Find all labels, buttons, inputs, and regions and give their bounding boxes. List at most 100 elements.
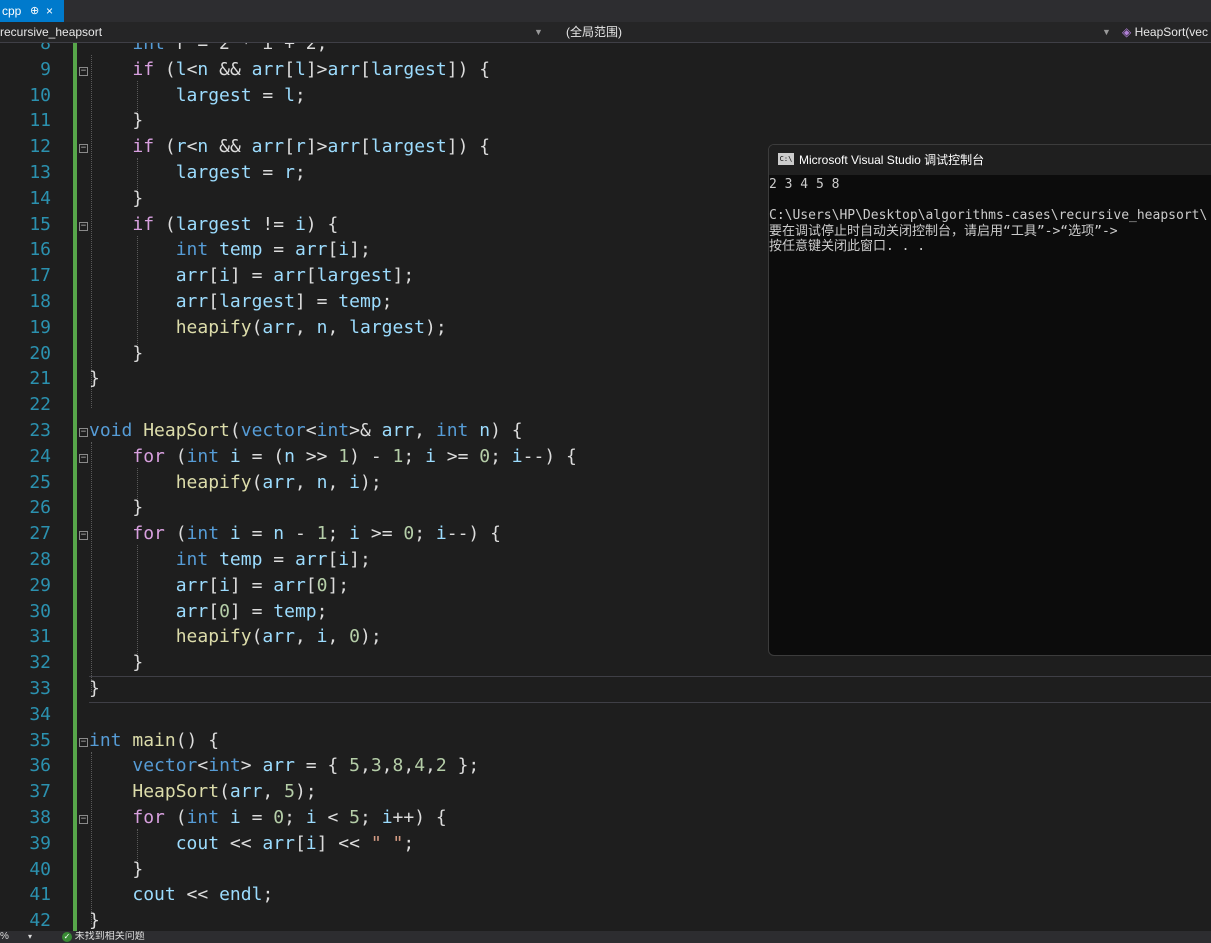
line-number: 31 (29, 626, 51, 648)
fold-toggle-icon[interactable]: − (79, 531, 88, 541)
code-line[interactable]: vector<int> arr = { 5,3,8,4,2 }; (89, 755, 479, 776)
code-line[interactable]: largest = r; (89, 162, 306, 183)
tab-bar: cpp ⊕ × (0, 0, 1211, 22)
line-number: 9 (40, 58, 51, 80)
line-separator (89, 701, 1211, 703)
code-line[interactable]: HeapSort(arr, 5); (89, 781, 316, 802)
line-number: 33 (29, 678, 51, 699)
fold-toggle-icon[interactable]: − (79, 737, 88, 747)
code-line[interactable]: arr[i] = arr[0]; (89, 575, 349, 596)
code-line[interactable]: if (r<n && arr[r]>arr[largest]) { (89, 136, 490, 157)
method-icon: ◈ (1122, 25, 1132, 39)
code-line[interactable]: void HeapSort(vector<int>& arr, int n) { (89, 420, 523, 441)
tab-active-file[interactable]: cpp ⊕ × (0, 0, 64, 22)
code-line[interactable]: arr[0] = temp; (89, 601, 328, 622)
code-line[interactable]: } (89, 678, 100, 699)
line-number: 20 (29, 342, 51, 364)
line-number: 15 (29, 213, 51, 235)
console-title-bar[interactable]: C:\ Microsoft Visual Studio 调试控制台 (769, 145, 1211, 175)
fold-toggle-icon[interactable]: − (79, 221, 88, 231)
code-line[interactable]: for (int i = n - 1; i >= 0; i--) { (89, 523, 501, 544)
debug-console-window[interactable]: C:\ Microsoft Visual Studio 调试控制台 2 3 4 … (768, 144, 1211, 656)
scope-dropdown-label: (全局范围) (566, 25, 622, 39)
line-number: 36 (29, 755, 51, 777)
code-line[interactable]: if (largest != i) { (89, 214, 338, 235)
line-number: 17 (29, 265, 51, 287)
change-indicator-bar (73, 43, 77, 931)
project-dropdown-label: recursive_heapsort (0, 25, 103, 39)
line-number: 21 (29, 368, 51, 390)
code-line[interactable]: heapify(arr, n, i); (89, 472, 382, 493)
code-line[interactable]: for (int i = (n >> 1) - 1; i >= 0; i--) … (89, 446, 576, 467)
line-number: 22 (29, 394, 51, 416)
console-line: C:\Users\HP\Desktop\algorithms-cases\rec… (769, 208, 1208, 223)
code-line[interactable]: cout << arr[i] << " "; (89, 833, 414, 854)
line-number: 39 (29, 832, 51, 854)
code-line[interactable]: } (89, 368, 100, 389)
issues-text: 未找到相关问题 (74, 931, 145, 942)
line-separator (89, 676, 1211, 677)
zoom-level[interactable]: % (0, 931, 9, 943)
code-line[interactable]: int temp = arr[i]; (89, 239, 371, 260)
code-line[interactable]: int main() { (89, 730, 219, 751)
code-line[interactable]: } (89, 110, 143, 131)
code-line[interactable]: arr[i] = arr[largest]; (89, 265, 414, 286)
fold-toggle-icon[interactable]: − (79, 66, 88, 76)
line-number: 24 (29, 445, 51, 467)
code-line[interactable]: int temp = arr[i]; (89, 549, 371, 570)
line-number: 29 (29, 574, 51, 596)
close-icon[interactable]: × (46, 0, 53, 22)
tab-filename: cpp (2, 4, 22, 18)
navigation-bar: recursive_heapsort ▼ (全局范围) ▼ ◈ HeapSort… (0, 22, 1211, 43)
code-line[interactable]: } (89, 343, 143, 364)
line-number: 8 (40, 43, 51, 54)
fold-toggle-icon[interactable]: − (79, 428, 88, 437)
code-line[interactable]: largest = l; (89, 85, 306, 106)
function-dropdown-label: HeapSort(vec (1134, 25, 1208, 39)
line-number: 27 (29, 523, 51, 545)
fold-toggle-icon[interactable]: − (79, 453, 88, 463)
code-line[interactable]: } (89, 910, 100, 931)
line-number: 23 (29, 420, 51, 441)
line-number: 10 (29, 84, 51, 106)
line-number: 18 (29, 291, 51, 312)
chevron-down-icon: ▼ (1102, 27, 1111, 37)
line-number: 35 (29, 729, 51, 751)
code-line[interactable]: int r = 2 * i + 2; (89, 43, 327, 54)
console-app-icon: C:\ (778, 153, 794, 165)
fold-toggle-icon[interactable]: − (79, 815, 88, 824)
status-bar: % ▾ ✓ 未找到相关问题 (0, 931, 1211, 943)
line-number: 41 (29, 884, 51, 906)
line-number: 26 (29, 497, 51, 519)
fold-toggle-icon[interactable]: − (79, 144, 88, 154)
line-number: 37 (29, 781, 51, 803)
line-number: 14 (29, 187, 51, 209)
code-line[interactable]: } (89, 652, 143, 673)
code-line[interactable]: } (89, 188, 143, 209)
code-line[interactable]: if (l<n && arr[l]>arr[largest]) { (89, 59, 490, 80)
line-number: 25 (29, 471, 51, 493)
line-number: 38 (29, 807, 51, 828)
code-line[interactable]: for (int i = 0; i < 5; i++) { (89, 807, 446, 828)
code-line[interactable]: cout << endl; (89, 884, 273, 905)
line-number: 12 (29, 136, 51, 158)
chevron-down-icon[interactable]: ▾ (28, 931, 32, 943)
line-number: 40 (29, 858, 51, 880)
code-line[interactable]: } (89, 859, 143, 880)
code-line[interactable]: } (89, 497, 143, 518)
pin-icon[interactable]: ⊕ (30, 0, 39, 22)
line-number: 42 (29, 910, 51, 931)
project-dropdown[interactable]: recursive_heapsort (0, 22, 540, 42)
scope-dropdown[interactable]: (全局范围) (566, 22, 1106, 42)
code-line[interactable]: heapify(arr, n, largest); (89, 317, 447, 338)
code-line[interactable]: heapify(arr, i, 0); (89, 626, 382, 647)
issues-indicator[interactable]: ✓ 未找到相关问题 (62, 931, 145, 943)
console-line: 要在调试停止时自动关闭控制台，请启用“工具”->“选项”-> (769, 223, 1118, 239)
code-line[interactable]: arr[largest] = temp; (89, 291, 393, 312)
line-number: 13 (29, 162, 51, 183)
line-number: 28 (29, 549, 51, 570)
line-number: 19 (29, 316, 51, 338)
function-dropdown[interactable]: ◈ HeapSort(vec (1122, 22, 1211, 42)
line-number: 11 (29, 110, 51, 132)
chevron-down-icon: ▼ (534, 27, 543, 37)
